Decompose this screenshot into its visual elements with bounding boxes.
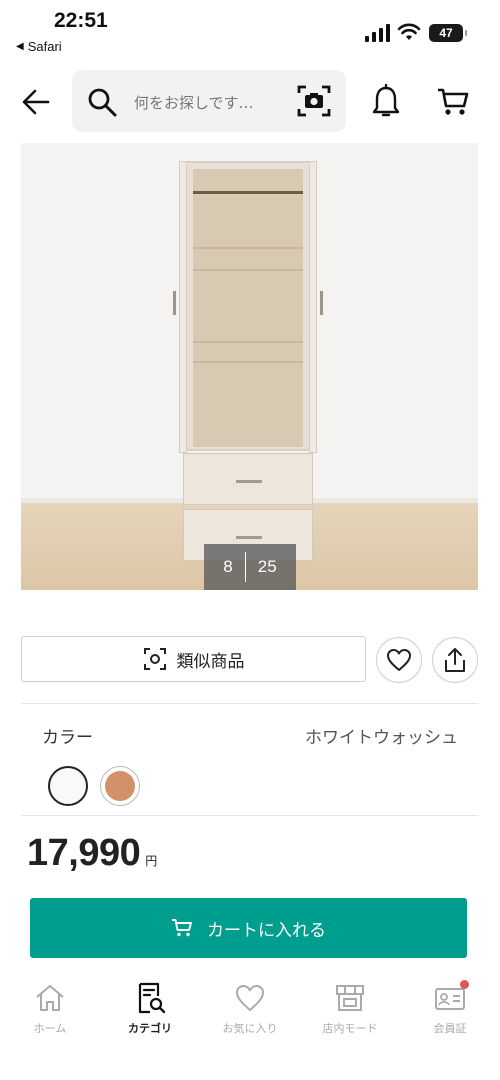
home-icon [36, 985, 64, 1011]
similar-products-button[interactable]: 類似商品 [21, 636, 366, 682]
cart-icon [172, 919, 192, 937]
top-header: 何をお探しです… [0, 68, 500, 134]
divider [21, 703, 478, 704]
category-icon [138, 982, 166, 1014]
add-to-cart-label: カートに入れる [207, 920, 326, 941]
nav-item-member-card[interactable]: 会員証 [400, 976, 500, 1046]
search-placeholder: 何をお探しです… [134, 94, 254, 112]
product-image[interactable]: 8 25 [21, 143, 478, 590]
status-bar: 22:51 ◀ Safari 47 [0, 0, 500, 62]
nav-label-favorites: お気に入り [222, 1022, 278, 1035]
nav-item-store-mode[interactable]: 店内モード [300, 976, 400, 1046]
price: 17,990 円 [27, 832, 157, 875]
nav-label-home: ホーム [33, 1022, 67, 1035]
heart-icon [236, 985, 264, 1011]
price-unit: 円 [145, 854, 158, 868]
wardrobe-illustration [173, 161, 323, 571]
wifi-icon [397, 23, 421, 40]
share-button[interactable] [432, 637, 478, 683]
nav-label-member-card: 会員証 [433, 1022, 467, 1035]
color-swatch-natural[interactable] [100, 766, 140, 806]
selected-color-name: ホワイトウォッシュ [305, 728, 458, 748]
nav-label-category: カテゴリ [128, 1022, 172, 1035]
add-to-cart-button[interactable]: カートに入れる [30, 898, 467, 958]
back-arrow-icon [22, 89, 50, 115]
heart-icon [387, 649, 411, 671]
back-to-app-link[interactable]: ◀ Safari [16, 39, 62, 54]
image-total: 25 [257, 557, 277, 576]
image-counter: 8 25 [204, 544, 296, 590]
bell-icon[interactable] [370, 84, 402, 120]
bottom-navigation: ホーム カテゴリ お気に入り 店内モード 会員証 [0, 976, 500, 1046]
search-bar[interactable]: 何をお探しです… [72, 70, 346, 132]
notification-dot [460, 980, 469, 989]
share-icon [445, 648, 465, 672]
cellular-signal-icon [365, 24, 390, 42]
battery-indicator: 47 [429, 24, 467, 42]
store-icon [336, 985, 364, 1011]
nav-item-category[interactable]: カテゴリ [100, 976, 200, 1046]
price-amount: 17,990 [27, 832, 141, 874]
back-button[interactable] [18, 84, 54, 120]
nav-item-favorites[interactable]: お気に入り [200, 976, 300, 1046]
color-label: カラー [42, 728, 93, 748]
back-triangle-icon: ◀ [16, 41, 24, 52]
divider [21, 815, 478, 816]
nav-item-home[interactable]: ホーム [0, 976, 100, 1046]
image-search-icon [143, 648, 166, 670]
image-current: 8 [223, 557, 233, 576]
camera-search-icon[interactable] [296, 83, 332, 119]
favorite-button[interactable] [376, 637, 422, 683]
nav-label-store-mode: 店内モード [322, 1022, 378, 1035]
search-icon [88, 88, 117, 117]
status-time: 22:51 [54, 9, 108, 32]
cart-icon[interactable] [436, 86, 470, 118]
similar-products-label: 類似商品 [176, 651, 245, 672]
back-app-label: Safari [27, 39, 62, 54]
color-swatch-white-wash[interactable] [48, 766, 88, 806]
